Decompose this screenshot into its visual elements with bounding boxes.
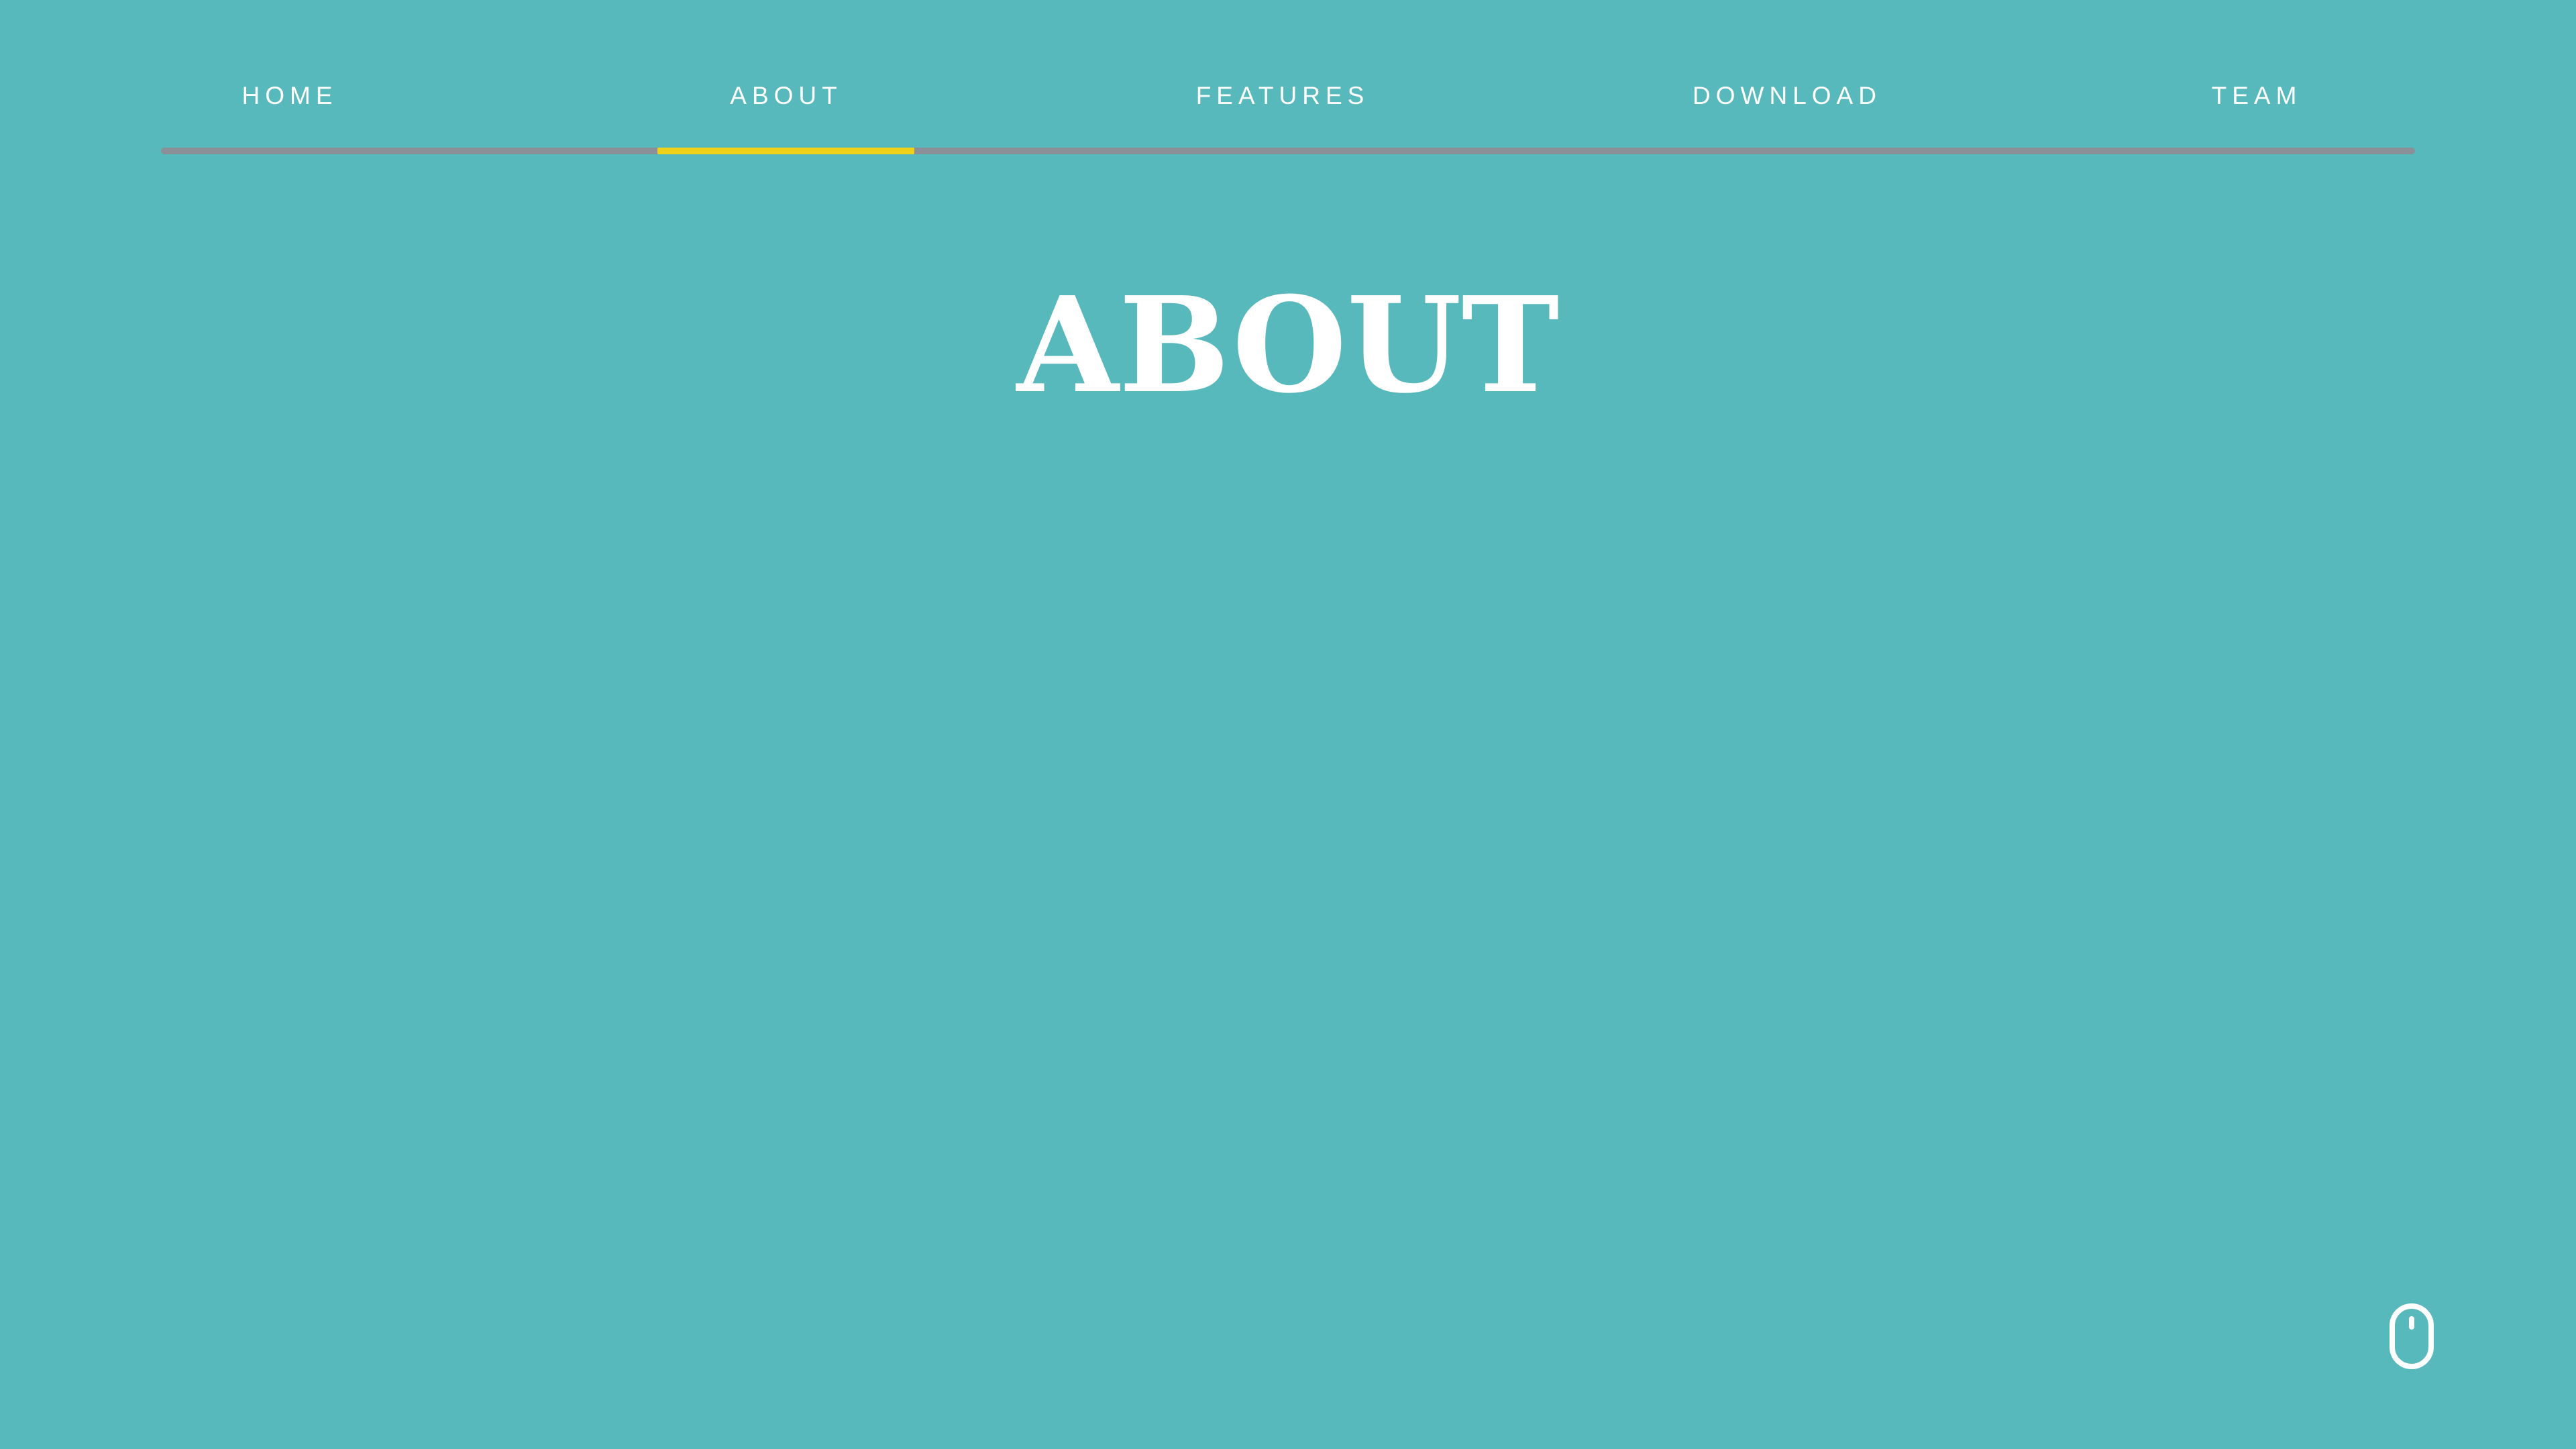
nav-item-download[interactable]: DOWNLOAD	[1693, 82, 1882, 110]
scroll-down-button[interactable]	[2388, 1303, 2435, 1370]
nav-item-features[interactable]: FEATURES	[1196, 82, 1370, 110]
nav-item-about[interactable]: ABOUT	[730, 82, 842, 110]
main-nav: HOME ABOUT FEATURES DOWNLOAD TEAM	[161, 0, 2415, 156]
nav-item-home[interactable]: HOME	[242, 82, 338, 110]
nav-item-team[interactable]: TEAM	[2212, 82, 2302, 110]
mouse-icon	[2390, 1303, 2434, 1369]
nav-track	[161, 148, 2415, 154]
nav-active-indicator	[657, 148, 914, 154]
page-title: ABOUT	[1016, 268, 1560, 423]
